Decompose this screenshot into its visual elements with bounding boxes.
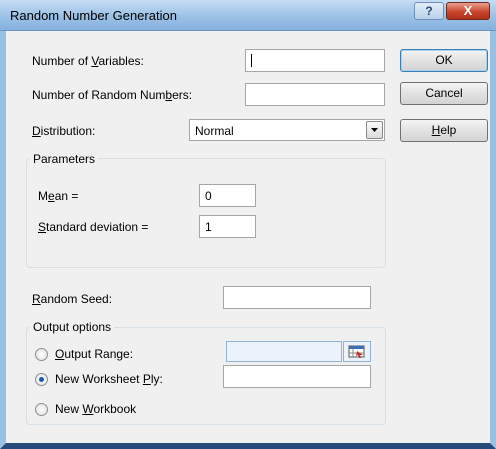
- new-worksheet-ply-radio[interactable]: [35, 373, 48, 386]
- cancel-button[interactable]: Cancel: [400, 82, 488, 105]
- std-deviation-input[interactable]: 1: [199, 215, 256, 238]
- distribution-value: Normal: [195, 124, 234, 138]
- parameters-group: [26, 158, 386, 268]
- new-workbook-radio[interactable]: [35, 403, 48, 416]
- title-bar: Random Number Generation ? X: [0, 0, 496, 31]
- num-random-input[interactable]: [245, 83, 385, 106]
- output-range-label[interactable]: Output Range:: [55, 347, 133, 361]
- num-variables-input[interactable]: [245, 49, 385, 72]
- help-button[interactable]: Help: [400, 119, 488, 142]
- mean-input[interactable]: 0: [199, 184, 256, 207]
- title-help-button[interactable]: ?: [414, 2, 444, 20]
- dialog-title: Random Number Generation: [10, 8, 177, 23]
- std-deviation-label: Standard deviation =: [38, 220, 149, 234]
- output-range-radio[interactable]: [35, 348, 48, 361]
- close-button[interactable]: X: [446, 2, 490, 20]
- new-workbook-label[interactable]: New Workbook: [55, 402, 136, 416]
- new-worksheet-ply-input[interactable]: [223, 365, 371, 388]
- text-caret: [251, 54, 252, 67]
- random-seed-input[interactable]: [223, 286, 371, 309]
- distribution-label: Distribution:: [32, 124, 96, 138]
- mean-label: Mean =: [38, 189, 79, 203]
- close-icon: X: [463, 3, 473, 18]
- num-variables-label: Number of Variables:: [32, 54, 144, 68]
- ok-button[interactable]: OK: [400, 49, 488, 72]
- num-random-label: Number of Random Numbers:: [32, 88, 193, 102]
- collapse-dialog-icon[interactable]: [343, 341, 371, 362]
- chevron-down-icon[interactable]: [366, 121, 383, 139]
- distribution-select[interactable]: Normal: [189, 119, 385, 141]
- random-seed-label: Random Seed:: [32, 292, 113, 306]
- new-worksheet-ply-label[interactable]: New Worksheet Ply:: [55, 372, 163, 386]
- question-icon: ?: [425, 4, 433, 18]
- parameters-title: Parameters: [30, 152, 99, 166]
- output-options-title: Output options: [30, 320, 115, 334]
- output-range-input[interactable]: [226, 341, 342, 362]
